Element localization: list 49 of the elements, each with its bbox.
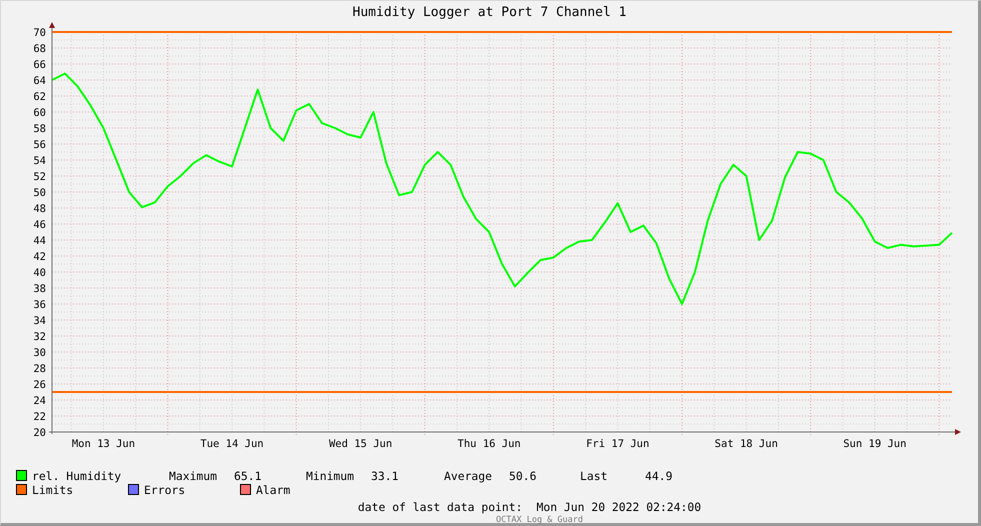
tick-label: Wed 15 Jun: [328, 438, 392, 450]
stat-label: Average: [444, 468, 494, 482]
stat-value: 44.9: [645, 468, 672, 482]
tick-label: Sun 19 Jun: [843, 438, 906, 450]
tick-label: 58: [33, 123, 46, 135]
stat-value: 50.6: [509, 468, 536, 482]
tick-label: 32: [33, 331, 46, 343]
chart-title: Humidity Logger at Port 7 Channel 1: [352, 4, 628, 21]
stat-label: Maximum: [169, 468, 218, 482]
tick-label: 52: [33, 171, 46, 183]
tick-label: 22: [33, 411, 46, 423]
tick-label: 44: [33, 235, 46, 247]
tick-label: 42: [33, 251, 46, 263]
legend-label: Limits: [32, 482, 74, 496]
tick-label: 70: [33, 27, 46, 39]
tick-label: Tue 14 Jun: [200, 438, 264, 450]
tick-label: Mon 13 Jun: [72, 438, 136, 450]
tick-label: Sat 18 Jun: [714, 438, 778, 450]
last-data-date: Mon Jun 20 2022 02:24:00: [536, 501, 702, 514]
tick-label: 26: [33, 379, 46, 391]
tick-label: 64: [33, 75, 46, 87]
tick-label: 68: [33, 43, 46, 55]
legend-label: rel. Humidity: [32, 468, 122, 482]
stat-value: 65.1: [234, 468, 262, 482]
tick-label: 60: [33, 107, 46, 119]
tick-label: 34: [33, 315, 46, 327]
stat-value: 33.1: [371, 468, 398, 482]
tick-label: 46: [33, 219, 46, 231]
tick-label: Fri 17 Jun: [586, 438, 650, 450]
tick-label: 66: [33, 59, 46, 71]
tick-label: 20: [33, 427, 46, 439]
tick-label: 62: [33, 91, 46, 103]
stat-label: Minimum: [306, 468, 356, 482]
legend-label: Errors: [144, 482, 186, 496]
tick-label: 30: [33, 347, 46, 359]
legend-label: Alarm: [256, 482, 290, 496]
tick-label: Thu 16 Jun: [458, 438, 521, 450]
tick-label: 24: [33, 395, 46, 407]
tick-label: 50: [33, 187, 46, 199]
tick-label: 38: [33, 283, 46, 295]
tick-label: 40: [33, 267, 46, 279]
tick-label: 56: [33, 139, 46, 151]
tick-label: 48: [33, 203, 46, 215]
footer-text: OCTAX Log & Guard: [495, 515, 583, 525]
tick-label: 28: [33, 363, 46, 375]
tick-label: 54: [33, 155, 46, 167]
tick-label: 36: [33, 299, 46, 311]
stat-label: Last: [580, 468, 608, 482]
last-data-label: date of last data point:: [358, 501, 522, 514]
